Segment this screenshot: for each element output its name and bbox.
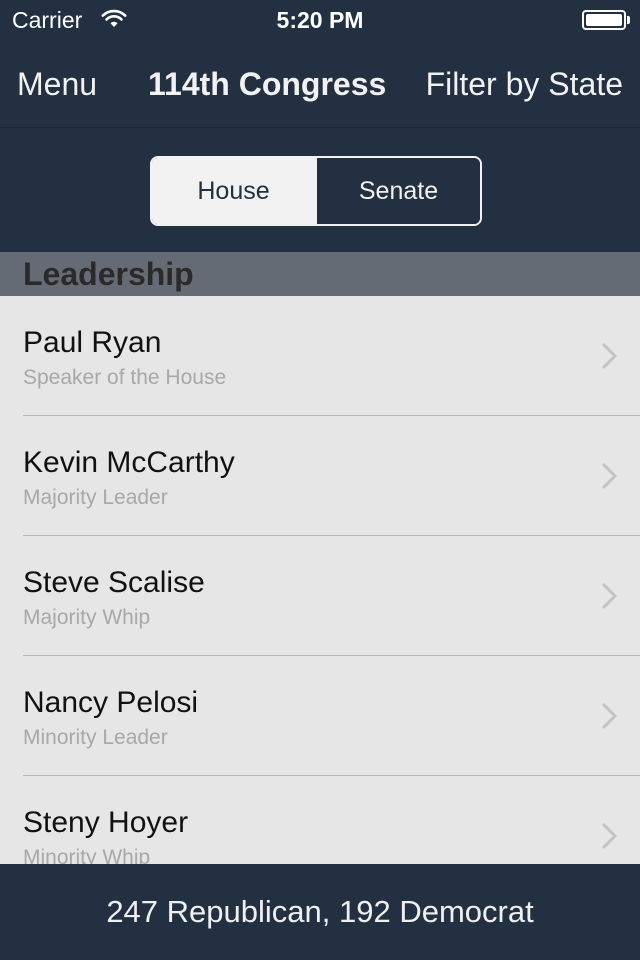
filter-by-state-button[interactable]: Filter by State xyxy=(426,66,623,103)
chevron-right-icon xyxy=(602,703,617,729)
status-bar: Carrier 5:20 PM xyxy=(0,0,640,40)
chevron-right-icon xyxy=(602,583,617,609)
navigation-bar: Menu 114th Congress Filter by State xyxy=(0,40,640,128)
house-segment[interactable]: House xyxy=(152,158,315,224)
member-role: Majority Leader xyxy=(23,486,168,509)
member-name: Kevin McCarthy xyxy=(23,446,235,479)
member-name: Nancy Pelosi xyxy=(23,686,199,719)
senate-segment[interactable]: Senate xyxy=(315,158,480,224)
page-title: 114th Congress xyxy=(148,66,387,102)
member-name: Steny Hoyer xyxy=(23,806,189,839)
list-item[interactable]: Kevin McCarthy Majority Leader xyxy=(0,416,640,536)
chamber-selector-bar: House Senate xyxy=(0,128,640,252)
menu-button[interactable]: Menu xyxy=(17,66,97,103)
leadership-list[interactable]: Paul Ryan Speaker of the House Kevin McC… xyxy=(0,296,640,864)
chevron-right-icon xyxy=(602,823,617,849)
member-role: Minority Leader xyxy=(23,726,168,749)
list-item[interactable]: Steny Hoyer Minority Whip xyxy=(0,776,640,864)
member-name: Paul Ryan xyxy=(23,326,162,359)
list-item[interactable]: Nancy Pelosi Minority Leader xyxy=(0,656,640,776)
member-name: Steve Scalise xyxy=(23,566,205,599)
party-summary: 247 Republican, 192 Democrat xyxy=(106,894,534,929)
chevron-right-icon xyxy=(602,343,617,369)
list-item[interactable]: Paul Ryan Speaker of the House xyxy=(0,296,640,416)
member-role: Majority Whip xyxy=(23,606,151,629)
clock: 5:20 PM xyxy=(276,7,364,33)
chevron-right-icon xyxy=(602,463,617,489)
party-summary-bar: 247 Republican, 192 Democrat xyxy=(0,864,640,960)
member-role: Minority Whip xyxy=(23,846,151,864)
list-item[interactable]: Steve Scalise Majority Whip xyxy=(0,536,640,656)
battery-icon xyxy=(582,10,630,30)
chamber-segmented-control: House Senate xyxy=(150,156,482,226)
member-role: Speaker of the House xyxy=(23,366,227,389)
section-header-leadership: Leadership xyxy=(0,252,640,296)
section-title: Leadership xyxy=(23,256,194,292)
